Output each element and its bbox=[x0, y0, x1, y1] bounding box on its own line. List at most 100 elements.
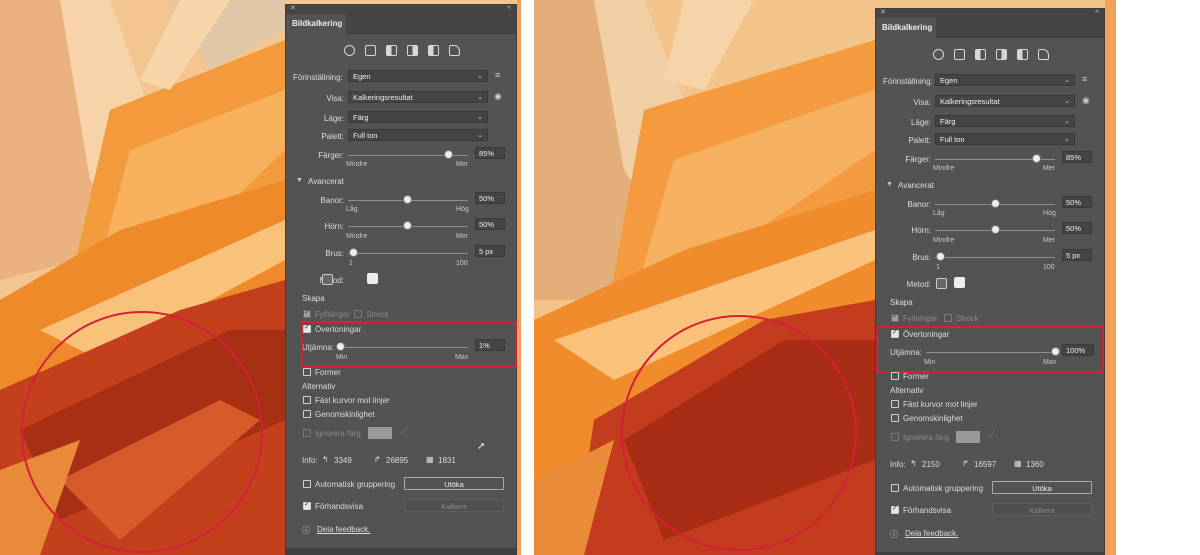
paths-label: Banor: bbox=[320, 196, 344, 205]
create-section-label: Skapa bbox=[890, 298, 913, 307]
corners-value-field[interactable]: 50% bbox=[1062, 222, 1092, 234]
colors-value-field[interactable]: 85% bbox=[1062, 151, 1092, 163]
ignore-color-checkbox[interactable] bbox=[891, 433, 899, 441]
trace-button[interactable]: Kalkera bbox=[404, 499, 504, 512]
paths-value-field[interactable]: 50% bbox=[475, 192, 505, 204]
view-dropdown[interactable]: Kalkeringsresultat ⌄ bbox=[935, 95, 1075, 107]
view-dropdown[interactable]: Kalkeringsresultat ⌄ bbox=[348, 91, 488, 103]
tab-image-trace[interactable]: Bildkalkering bbox=[286, 14, 346, 34]
colors-value-field[interactable]: 85% bbox=[475, 147, 505, 159]
paths-slider-knob[interactable] bbox=[403, 195, 412, 204]
auto-group-checkbox[interactable] bbox=[891, 484, 899, 492]
noise-value-field[interactable]: 5 px bbox=[1062, 249, 1092, 261]
panel-bottom-bar bbox=[286, 548, 516, 554]
ignore-color-checkbox[interactable] bbox=[303, 429, 311, 437]
shapes-label: Former bbox=[903, 372, 929, 381]
mode-dropdown[interactable]: Färg ⌄ bbox=[935, 115, 1075, 127]
preset-dropdown[interactable]: Egen ⌄ bbox=[348, 70, 488, 82]
abutting-method-icon[interactable] bbox=[936, 278, 947, 289]
outline-icon[interactable] bbox=[449, 45, 460, 56]
abutting-method-icon[interactable] bbox=[322, 274, 333, 285]
preset-list-icon[interactable]: ≡ bbox=[495, 70, 500, 80]
expand-button[interactable]: Utöka bbox=[992, 481, 1092, 494]
high-color-icon[interactable] bbox=[365, 45, 376, 56]
ignore-color-swatch[interactable] bbox=[368, 427, 392, 439]
paths-max-label: Hög bbox=[456, 206, 469, 213]
noise-slider-track[interactable] bbox=[935, 257, 1055, 258]
disclosure-triangle-icon[interactable]: ▼ bbox=[296, 177, 303, 184]
expand-button[interactable]: Utöka bbox=[404, 477, 504, 490]
snap-checkbox[interactable] bbox=[303, 396, 311, 404]
preset-list-icon[interactable]: ≡ bbox=[1082, 74, 1087, 84]
strokes-checkbox[interactable] bbox=[354, 310, 362, 318]
preview-checkbox[interactable] bbox=[891, 504, 899, 514]
auto-color-icon[interactable] bbox=[933, 49, 944, 60]
noise-value-field[interactable]: 5 px bbox=[475, 245, 505, 257]
corners-max-label: Mer bbox=[1043, 237, 1056, 244]
corners-label: Hörn: bbox=[324, 222, 344, 231]
paths-min-label: Låg bbox=[933, 210, 945, 217]
feedback-link[interactable]: Dela feedback. bbox=[317, 525, 370, 534]
noise-slider-knob[interactable] bbox=[349, 248, 358, 257]
high-color-icon[interactable] bbox=[954, 49, 965, 60]
auto-color-icon[interactable] bbox=[344, 45, 355, 56]
paths-value-field[interactable]: 50% bbox=[1062, 196, 1092, 208]
noise-label: Brus: bbox=[325, 249, 344, 258]
palette-label: Palett: bbox=[908, 136, 931, 145]
overlapping-method-icon[interactable] bbox=[954, 277, 965, 288]
noise-slider-track[interactable] bbox=[348, 253, 468, 254]
view-value: Kalkeringsresultat bbox=[353, 93, 413, 102]
disclosure-triangle-icon[interactable]: ▼ bbox=[886, 181, 893, 188]
corners-slider-knob[interactable] bbox=[403, 221, 412, 230]
colors-slider-knob[interactable] bbox=[1032, 154, 1041, 163]
fills-checkbox[interactable] bbox=[303, 308, 311, 318]
transparency-checkbox[interactable] bbox=[891, 414, 899, 422]
shapes-label: Former bbox=[315, 368, 341, 377]
eye-icon[interactable]: ◉ bbox=[1082, 95, 1090, 106]
feedback-link[interactable]: Dela feedback. bbox=[905, 529, 958, 538]
noise-slider-knob[interactable] bbox=[936, 252, 945, 261]
trace-button[interactable]: Kalkera bbox=[992, 503, 1092, 516]
overlapping-method-icon[interactable] bbox=[367, 273, 378, 284]
eyedropper-icon[interactable]: ⟋ bbox=[988, 430, 995, 441]
strokes-checkbox[interactable] bbox=[944, 314, 952, 322]
left-screenshot: ✕ « Bildkalkering Förinställning: Egen ⌄… bbox=[0, 0, 521, 555]
palette-dropdown[interactable]: Full ton ⌄ bbox=[348, 129, 488, 141]
grayscale-icon[interactable] bbox=[996, 49, 1007, 60]
strokes-label: Streck bbox=[956, 314, 979, 323]
paths-slider-knob[interactable] bbox=[991, 199, 1000, 208]
snap-checkbox[interactable] bbox=[891, 400, 899, 408]
palette-value: Full ton bbox=[353, 131, 378, 140]
eyedropper-icon[interactable]: ⟋ bbox=[401, 426, 408, 437]
collapse-icon[interactable]: « bbox=[507, 4, 511, 11]
advanced-section-label[interactable]: Avancerat bbox=[308, 177, 344, 186]
preset-dropdown[interactable]: Egen ⌄ bbox=[935, 74, 1075, 86]
colors-slider-knob[interactable] bbox=[444, 150, 453, 159]
outline-icon[interactable] bbox=[1038, 49, 1049, 60]
transparency-label: Genomskinlighet bbox=[903, 414, 963, 423]
fills-checkbox[interactable] bbox=[891, 312, 899, 322]
grayscale-icon[interactable] bbox=[407, 45, 418, 56]
collapse-icon[interactable]: « bbox=[1095, 8, 1099, 15]
black-white-icon[interactable] bbox=[428, 45, 439, 56]
close-icon[interactable]: ✕ bbox=[880, 8, 886, 16]
view-label: Visa: bbox=[913, 98, 931, 107]
low-color-icon[interactable] bbox=[386, 45, 397, 56]
corners-value-field[interactable]: 50% bbox=[475, 218, 505, 230]
ignore-color-swatch[interactable] bbox=[956, 431, 980, 443]
eye-icon[interactable]: ◉ bbox=[494, 91, 502, 102]
corners-slider-knob[interactable] bbox=[991, 225, 1000, 234]
advanced-section-label[interactable]: Avancerat bbox=[898, 181, 934, 190]
mode-dropdown[interactable]: Färg ⌄ bbox=[348, 111, 488, 123]
black-white-icon[interactable] bbox=[1017, 49, 1028, 60]
preview-checkbox[interactable] bbox=[303, 500, 311, 510]
auto-group-checkbox[interactable] bbox=[303, 480, 311, 488]
shapes-checkbox[interactable] bbox=[891, 372, 899, 380]
shapes-checkbox[interactable] bbox=[303, 368, 311, 376]
transparency-checkbox[interactable] bbox=[303, 410, 311, 418]
tab-image-trace[interactable]: Bildkalkering bbox=[876, 18, 936, 38]
palette-dropdown[interactable]: Full ton ⌄ bbox=[935, 133, 1075, 145]
low-color-icon[interactable] bbox=[975, 49, 986, 60]
close-icon[interactable]: ✕ bbox=[290, 4, 296, 12]
preview-label: Förhandsvisa bbox=[903, 506, 952, 515]
